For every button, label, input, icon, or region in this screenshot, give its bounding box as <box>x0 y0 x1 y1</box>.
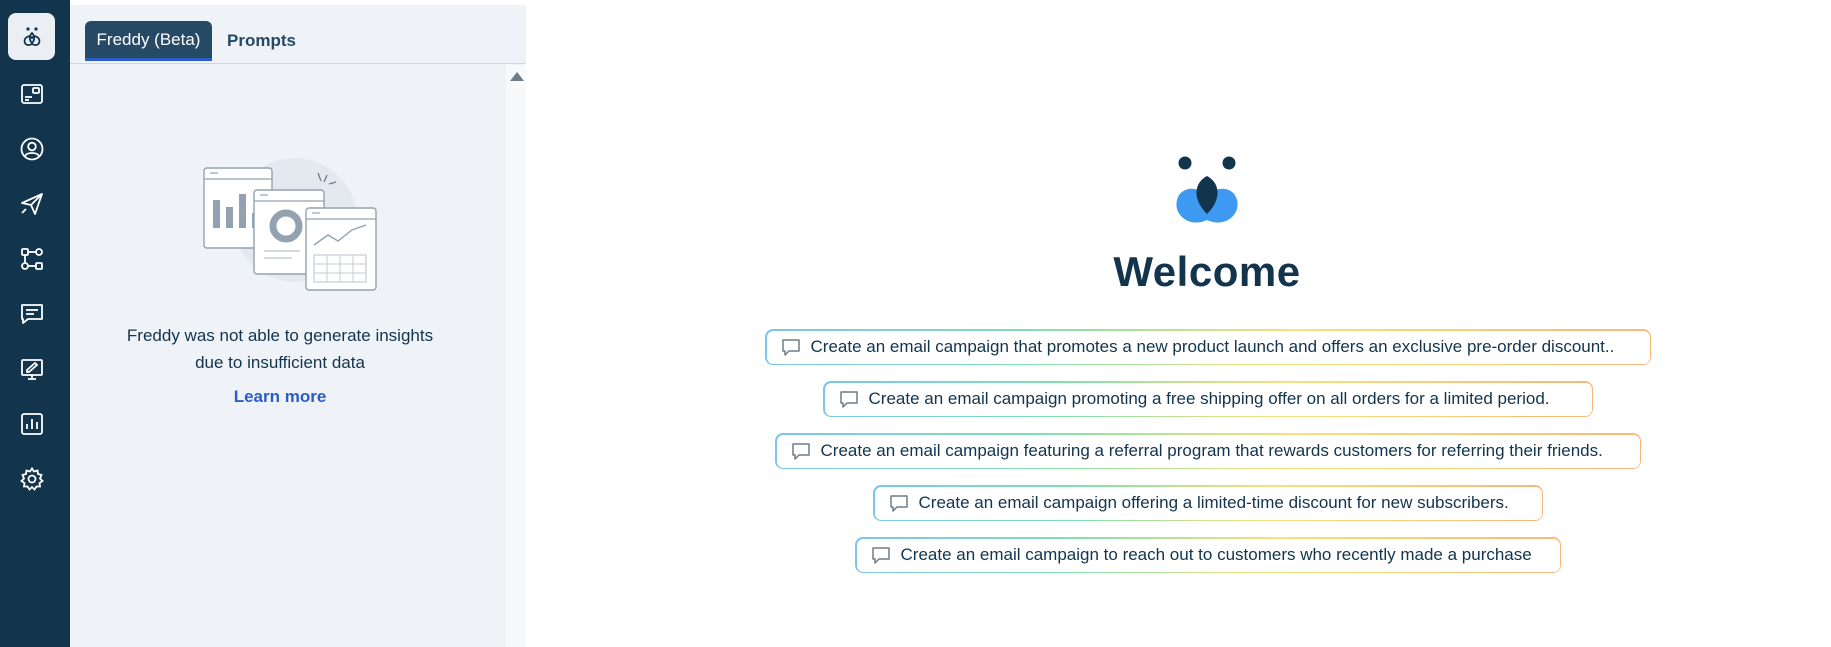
freddy-main: Welcome Create an email campaign that pr… <box>526 0 1831 647</box>
panel-tabs: Freddy (Beta) Prompts <box>70 5 526 64</box>
welcome-heading: Welcome <box>1113 248 1301 295</box>
sidebar-item-dashboard[interactable] <box>8 70 55 117</box>
chat-bubble-icon <box>781 339 800 356</box>
chat-bubble-icon <box>871 547 890 564</box>
sidebar-item-settings[interactable] <box>8 455 55 502</box>
sidebar-item-contacts[interactable] <box>8 125 55 172</box>
prompt-text: Create an email campaign that promotes a… <box>810 337 1615 356</box>
prompt-suggestion[interactable]: Create an email campaign promoting a fre… <box>823 381 1593 417</box>
panel-scrollbar[interactable] <box>506 65 526 647</box>
sidebar-item-freddy[interactable] <box>8 13 55 60</box>
prompt-suggestion[interactable]: Create an email campaign featuring a ref… <box>775 433 1641 469</box>
sidebar-item-campaigns[interactable] <box>8 180 55 227</box>
prompt-text: Create an email campaign promoting a fre… <box>868 389 1550 408</box>
tab-prompts[interactable]: Prompts <box>227 21 296 61</box>
sidebar-item-journeys[interactable] <box>8 235 55 282</box>
chat-bubble-icon <box>791 443 810 460</box>
analytics-icon <box>20 412 43 435</box>
prompt-text: Create an email campaign offering a limi… <box>918 493 1509 512</box>
freddy-logo-icon <box>1176 156 1238 223</box>
prompt-text: Create an email campaign featuring a ref… <box>820 441 1603 460</box>
insights-empty-illustration <box>203 158 377 291</box>
prompt-suggestion[interactable]: Create an email campaign offering a limi… <box>873 485 1543 521</box>
sidebar-item-conversations[interactable] <box>8 290 55 337</box>
chat-bubble-icon <box>889 495 908 512</box>
sidebar-item-content[interactable] <box>8 345 55 392</box>
journeys-icon <box>20 247 43 270</box>
freddy-panel: Freddy (Beta) Prompts Freddy was not abl… <box>70 0 526 647</box>
learn-more-link[interactable]: Learn more <box>180 387 380 407</box>
app-sidebar <box>0 0 70 647</box>
settings-icon <box>19 466 44 491</box>
prompt-text: Create an email campaign to reach out to… <box>900 545 1532 564</box>
prompt-suggestion[interactable]: Create an email campaign to reach out to… <box>855 537 1561 573</box>
freddy-ai-icon <box>23 26 40 46</box>
chat-bubble-icon <box>839 391 858 408</box>
contacts-icon <box>20 137 43 160</box>
scroll-up-arrow-icon[interactable] <box>510 72 524 81</box>
campaigns-icon <box>20 192 43 215</box>
tab-freddy-beta[interactable]: Freddy (Beta) <box>85 21 212 61</box>
dashboard-icon <box>20 83 43 104</box>
content-editor-icon <box>20 358 43 380</box>
messages-icon <box>20 303 43 324</box>
sidebar-item-analytics[interactable] <box>8 400 55 447</box>
prompt-suggestion[interactable]: Create an email campaign that promotes a… <box>765 329 1651 365</box>
insufficient-data-message: Freddy was not able to generate insights… <box>126 326 434 372</box>
